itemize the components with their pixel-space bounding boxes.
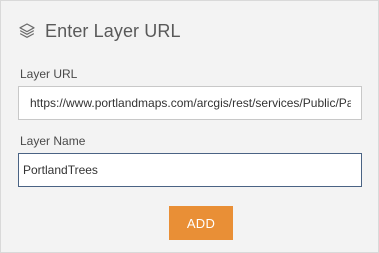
add-layer-panel: Enter Layer URL Layer URL Layer Name ADD (0, 0, 379, 253)
panel-title: Enter Layer URL (45, 20, 181, 41)
layer-url-input[interactable] (18, 86, 362, 120)
layer-name-label: Layer Name (20, 134, 86, 148)
layer-name-input[interactable] (18, 153, 362, 187)
add-button[interactable]: ADD (169, 206, 233, 240)
layers-icon (18, 22, 36, 40)
panel-header: Enter Layer URL (18, 18, 181, 44)
layer-url-label: Layer URL (20, 67, 78, 81)
